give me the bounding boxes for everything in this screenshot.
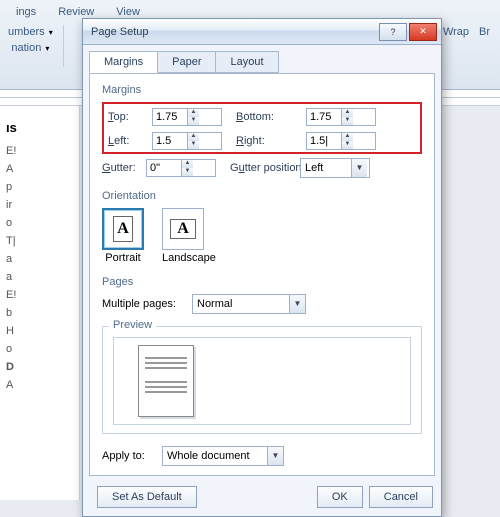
wrap-button[interactable]: Wrap xyxy=(443,26,469,38)
doc-line: D xyxy=(6,361,73,373)
gutter-position-label: Gutter position: xyxy=(230,162,300,174)
dialog-titlebar[interactable]: Page Setup ? ✕ xyxy=(83,19,441,45)
chevron-down-icon[interactable]: ▼ xyxy=(267,447,283,465)
apply-to-combo[interactable]: ▼ xyxy=(162,446,284,466)
line-numbers-button[interactable]: umbers xyxy=(8,26,45,38)
margin-bottom-spinner[interactable]: ▲▼ xyxy=(306,108,376,126)
ok-button[interactable]: OK xyxy=(317,486,363,508)
orientation-landscape[interactable]: A Landscape xyxy=(162,208,216,264)
portrait-label: Portrait xyxy=(102,252,144,264)
doc-line: b xyxy=(6,307,73,319)
tab-margins[interactable]: Margins xyxy=(89,51,158,73)
pages-legend: Pages xyxy=(102,276,422,288)
multiple-pages-label: Multiple pages: xyxy=(102,298,188,310)
cancel-button[interactable]: Cancel xyxy=(369,486,433,508)
highlighted-margin-fields: Top: ▲▼ Bottom: ▲▼ Left: ▲▼ Right: ▲▼ xyxy=(102,102,422,154)
preview-legend: Preview xyxy=(109,319,156,331)
margins-legend: Margins xyxy=(102,84,422,96)
doc-line: E! xyxy=(6,289,73,301)
doc-line: A xyxy=(6,163,73,175)
doc-line: o xyxy=(6,217,73,229)
doc-line: o xyxy=(6,343,73,355)
preview-page-icon xyxy=(138,345,194,417)
margin-top-label: Top: xyxy=(108,111,152,123)
margin-left-spinner[interactable]: ▲▼ xyxy=(152,132,222,150)
help-button[interactable]: ? xyxy=(379,23,407,41)
tab-panel-margins: Margins Top: ▲▼ Bottom: ▲▼ Left: ▲▼ Righ… xyxy=(89,73,435,476)
doc-line: A xyxy=(6,379,73,391)
margin-right-label: Right: xyxy=(236,135,306,147)
document-area: ıs E! A p ir o T| a a E! b H o D A xyxy=(0,106,80,500)
preview-group: Preview xyxy=(102,326,422,434)
doc-line: H xyxy=(6,325,73,337)
orientation-legend: Orientation xyxy=(102,190,422,202)
dialog-button-row: Set As Default OK Cancel xyxy=(83,482,441,516)
doc-line: ir xyxy=(6,199,73,211)
dialog-title: Page Setup xyxy=(91,26,377,38)
doc-line: p xyxy=(6,181,73,193)
chevron-down-icon[interactable]: ▼ xyxy=(289,295,305,313)
set-as-default-button[interactable]: Set As Default xyxy=(97,486,197,508)
margin-right-spinner[interactable]: ▲▼ xyxy=(306,132,376,150)
multiple-pages-combo[interactable]: ▼ xyxy=(192,294,306,314)
bring-button[interactable]: Br xyxy=(479,26,490,38)
gutter-spinner[interactable]: ▲▼ xyxy=(146,159,216,177)
margins-group: Margins Top: ▲▼ Bottom: ▲▼ Left: ▲▼ Righ… xyxy=(102,84,422,178)
portrait-icon: A xyxy=(113,216,133,242)
pages-group: Pages Multiple pages: ▼ xyxy=(102,276,422,314)
doc-line: T| xyxy=(6,235,73,247)
apply-to-label: Apply to: xyxy=(102,450,158,462)
orientation-group: Orientation A Portrait A Landscape xyxy=(102,190,422,264)
doc-heading: ıs xyxy=(6,120,73,135)
tab-layout[interactable]: Layout xyxy=(215,51,278,73)
tab-paper[interactable]: Paper xyxy=(157,51,216,73)
dialog-tabs: Margins Paper Layout xyxy=(83,45,441,73)
ribbon-group-left: umbers ▾ nation ▾ xyxy=(8,25,64,67)
page-setup-dialog: Page Setup ? ✕ Margins Paper Layout Marg… xyxy=(82,18,442,517)
orientation-portrait[interactable]: A Portrait xyxy=(102,208,144,264)
gutter-position-combo[interactable]: ▼ xyxy=(300,158,370,178)
doc-line: E! xyxy=(6,145,73,157)
doc-line: a xyxy=(6,271,73,283)
chevron-down-icon[interactable]: ▼ xyxy=(351,159,367,177)
hyphenation-button[interactable]: nation xyxy=(11,42,41,54)
ribbon-tab-partial[interactable]: ings xyxy=(6,3,46,21)
doc-line: a xyxy=(6,253,73,265)
landscape-label: Landscape xyxy=(162,252,216,264)
close-button[interactable]: ✕ xyxy=(409,23,437,41)
margin-top-spinner[interactable]: ▲▼ xyxy=(152,108,222,126)
margin-bottom-label: Bottom: xyxy=(236,111,306,123)
landscape-icon: A xyxy=(170,219,196,239)
gutter-label: Gutter: xyxy=(102,162,146,174)
margin-left-label: Left: xyxy=(108,135,152,147)
